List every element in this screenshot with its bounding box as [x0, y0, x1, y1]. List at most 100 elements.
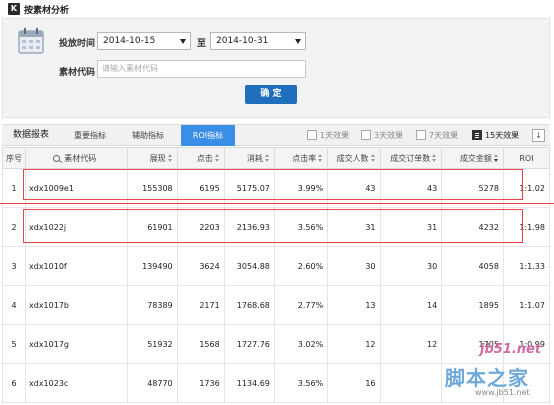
col-header-clicks[interactable]: 点击	[176, 147, 225, 169]
watermark-name: 脚本之家	[445, 366, 529, 390]
report-tabbar: 数据报表 重要指标 辅助指标 ROI指标 1天效果 3天效果 7天效果 15天效…	[2, 124, 550, 146]
effect-7day-toggle[interactable]: 7天效果	[416, 128, 458, 143]
effect-3day-label: 3天效果	[374, 131, 404, 140]
cell-revenue: 5278	[441, 168, 504, 208]
cell-ctr: 3.56%	[273, 363, 329, 403]
date-label: 投放时间	[59, 39, 96, 49]
table-row[interactable]: 1 xdx1009e1 155308 6195 5175.07 3.99% 43 43 5278…	[2, 168, 551, 208]
cell-cost: 3054.88	[223, 246, 275, 286]
cell-ctr: 2.77%	[273, 285, 329, 325]
material-code-input[interactable]: 请输入素材代码	[97, 60, 306, 78]
filter-panel: 投放时间 2014-10-15 至 2014-10-31 素材代码 请输入素材代…	[2, 18, 550, 118]
end-date-select[interactable]: 2014-10-31	[210, 32, 306, 50]
col-header-buyers[interactable]: 成交人数	[327, 147, 381, 169]
cell-material-code: xdx1022j	[24, 207, 129, 247]
page-title: 按素材分析	[24, 6, 70, 16]
cell-material-code: xdx1017g	[24, 324, 129, 364]
cell-orders: 43	[379, 168, 443, 208]
tab-roi-metrics[interactable]: ROI指标	[181, 125, 235, 146]
cell-index: 6	[2, 363, 26, 403]
col-header-revenue[interactable]: 成交金额	[441, 147, 504, 169]
download-button[interactable]: ↓	[532, 129, 545, 142]
cell-material-code: xdx1023c	[24, 363, 129, 403]
highlight-divider-line	[0, 203, 554, 204]
col-header-ctr[interactable]: 点击率	[273, 147, 329, 169]
cell-cost: 1768.68	[223, 285, 275, 325]
watermark-site: jb51.net	[480, 342, 542, 357]
cell-clicks: 6195	[176, 168, 225, 208]
sort-desc-icon[interactable]	[493, 153, 499, 163]
effect-15day-toggle[interactable]: 15天效果	[472, 128, 519, 143]
effect-1day-toggle[interactable]: 1天效果	[307, 128, 349, 143]
cell-clicks: 2203	[176, 207, 225, 247]
sort-icon[interactable]	[167, 153, 173, 163]
tab-key-metrics[interactable]: 重要指标	[64, 125, 116, 146]
col-header-orders[interactable]: 成交订单数	[379, 147, 443, 169]
cell-buyers: 12	[327, 324, 381, 364]
cell-impressions: 51932	[127, 324, 178, 364]
list-icon	[472, 130, 482, 140]
effect-7day-label: 7天效果	[429, 131, 459, 140]
table-header-row: 序号 素材代码 展现 点击 消耗 点击率 成交人数 成交订单数 成交金额 ROI	[2, 147, 551, 169]
table-row[interactable]: 3 xdx1010f 139490 3624 3054.88 2.60% 30 30 4058 1…	[2, 246, 551, 286]
col-header-roi[interactable]: ROI	[502, 147, 551, 169]
effect-1day-label: 1天效果	[320, 131, 350, 140]
cell-buyers: 43	[327, 168, 381, 208]
sort-icon[interactable]	[318, 153, 323, 163]
cell-impressions: 48770	[127, 363, 178, 403]
sort-icon[interactable]	[214, 153, 220, 163]
cell-cost: 5175.07	[223, 168, 275, 208]
report-section-label: 数据报表	[12, 130, 49, 140]
cell-revenue: 4232	[441, 207, 504, 247]
tab-auxiliary-metrics[interactable]: 辅助指标	[122, 125, 174, 146]
cell-material-code: xdx1017b	[24, 285, 129, 325]
col-header-material-code[interactable]: 素材代码	[24, 147, 129, 169]
code-label: 素材代码	[59, 68, 96, 78]
cell-index: 2	[2, 207, 26, 247]
cell-buyers: 16	[327, 363, 381, 403]
cell-orders: 31	[379, 207, 443, 247]
download-icon: ↓	[535, 131, 542, 140]
col-header-index: 序号	[2, 147, 26, 169]
cell-cost: 1727.76	[223, 324, 275, 364]
cell-impressions: 61901	[127, 207, 178, 247]
cell-orders: 30	[379, 246, 443, 286]
table-row[interactable]: 4 xdx1017b 78389 2171 1768.68 2.77% 13 14 1895 1:…	[2, 285, 551, 325]
cell-ctr: 3.99%	[273, 168, 329, 208]
cell-impressions: 139490	[127, 246, 178, 286]
cell-revenue: 1895	[441, 285, 504, 325]
cell-material-code: xdx1009e1	[24, 168, 129, 208]
end-date-value: 2014-10-31	[216, 36, 269, 46]
effect-3day-toggle[interactable]: 3天效果	[361, 128, 403, 143]
cell-roi: 1:1.02	[502, 168, 551, 208]
cell-buyers: 30	[327, 246, 381, 286]
cell-clicks: 1736	[176, 363, 225, 403]
cell-cost: 1134.69	[223, 363, 275, 403]
cell-revenue: 4058	[441, 246, 504, 286]
cell-roi: 1:1.07	[502, 285, 551, 325]
chevron-down-icon	[295, 39, 301, 44]
confirm-button[interactable]: 确 定	[245, 85, 297, 104]
title-bar: K 按素材分析	[0, 0, 554, 18]
start-date-select[interactable]: 2014-10-15	[97, 32, 191, 50]
cell-index: 3	[2, 246, 26, 286]
cell-orders: 14	[379, 285, 443, 325]
search-icon[interactable]	[53, 154, 61, 162]
checkbox-icon	[361, 130, 371, 140]
cell-roi: 1:1.33	[502, 246, 551, 286]
col-header-impressions[interactable]: 展现	[127, 147, 178, 169]
app-logo-icon: K	[8, 3, 20, 15]
sort-icon[interactable]	[370, 153, 376, 163]
sort-icon[interactable]	[432, 153, 437, 163]
cell-index: 4	[2, 285, 26, 325]
cell-buyers: 13	[327, 285, 381, 325]
start-date-value: 2014-10-15	[103, 36, 156, 46]
to-label: 至	[197, 39, 207, 49]
cell-ctr: 3.56%	[273, 207, 329, 247]
effect-15day-label: 15天效果	[485, 131, 520, 140]
calendar-icon	[18, 28, 44, 54]
sort-icon[interactable]	[264, 153, 270, 163]
col-header-cost[interactable]: 消耗	[223, 147, 275, 169]
cell-index: 5	[2, 324, 26, 364]
table-row[interactable]: 2 xdx1022j 61901 2203 2136.93 3.56% 31 31 4232 1:…	[2, 207, 551, 247]
